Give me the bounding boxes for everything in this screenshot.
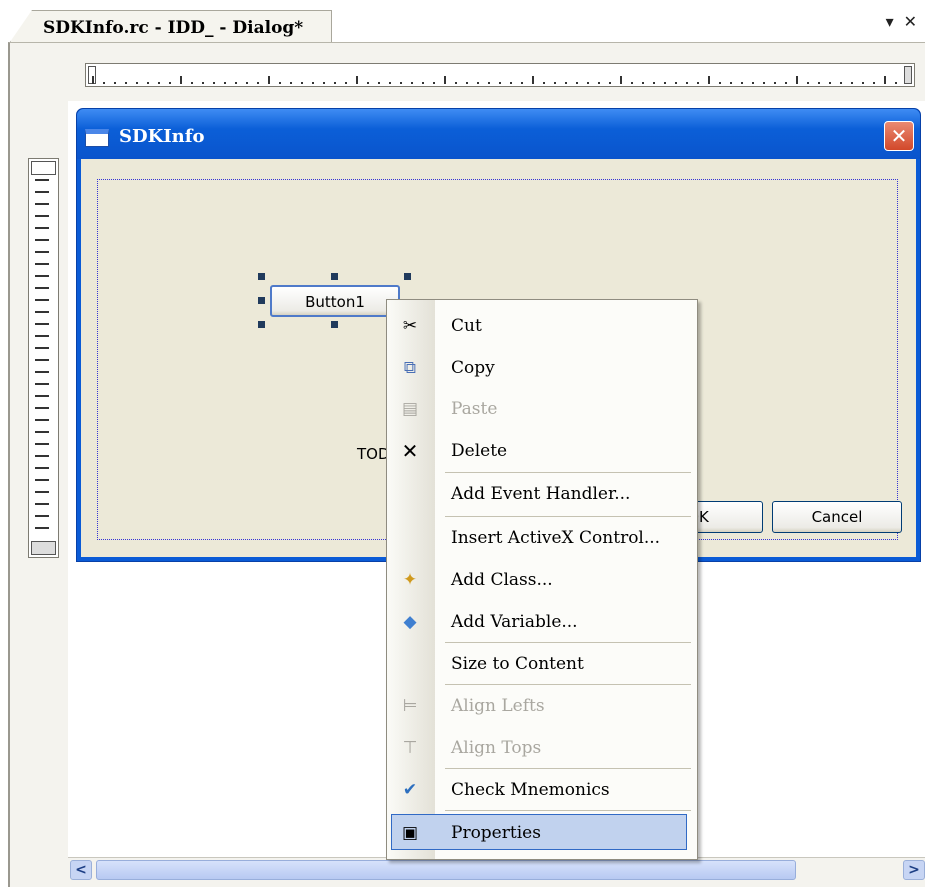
menu-separator xyxy=(445,810,691,811)
close-icon[interactable]: ✕ xyxy=(884,121,914,151)
pin-dropdown-icon[interactable]: ▾ xyxy=(886,12,894,31)
vertical-ruler xyxy=(28,158,59,558)
scroll-left-icon[interactable]: < xyxy=(70,860,92,880)
check-mnemonics-icon: ✔ xyxy=(402,780,418,800)
resize-handle[interactable] xyxy=(258,297,265,304)
dialog-titlebar[interactable]: SDKInfo ✕ xyxy=(77,109,920,159)
menu-item-add-event-handler[interactable]: Add Event Handler... xyxy=(387,476,697,512)
menu-item-delete[interactable]: ✕ Delete xyxy=(387,433,697,469)
menu-item-align-lefts[interactable]: ⊨ Align Lefts xyxy=(387,688,697,724)
dialog-title: SDKInfo xyxy=(119,126,205,147)
window-icon xyxy=(85,129,109,147)
ruler-major-ticks xyxy=(92,76,900,84)
menu-item-align-tops[interactable]: ⊤ Align Tops xyxy=(387,730,697,766)
menu-item-label: Paste xyxy=(451,399,498,419)
scissors-icon: ✂ xyxy=(402,316,418,336)
menu-item-label: Add Event Handler... xyxy=(451,484,631,504)
menu-item-properties[interactable]: ▣ Properties xyxy=(391,814,687,850)
resize-handle[interactable] xyxy=(258,321,265,328)
horizontal-scrollbar[interactable]: < > xyxy=(68,857,925,881)
ruler-top-guide-handle[interactable] xyxy=(31,161,56,175)
menu-separator xyxy=(445,472,691,473)
menu-separator xyxy=(445,684,691,685)
properties-icon: ▣ xyxy=(401,823,419,843)
menu-item-add-variable[interactable]: ◆ Add Variable... xyxy=(387,604,697,640)
delete-icon: ✕ xyxy=(401,439,419,463)
menu-item-check-mnemonics[interactable]: ✔ Check Mnemonics xyxy=(387,772,697,808)
align-tops-icon: ⊤ xyxy=(402,738,418,758)
menu-item-label: Check Mnemonics xyxy=(451,780,610,800)
menu-separator xyxy=(445,768,691,769)
tab-controls: ▾ ✕ xyxy=(886,12,917,31)
context-menu: ✂ Cut ⧉ Copy ▤ Paste ✕ Delete Add Event … xyxy=(386,299,698,860)
menu-item-label: Align Lefts xyxy=(451,696,545,716)
resize-handle[interactable] xyxy=(404,273,411,280)
menu-item-copy[interactable]: ⧉ Copy xyxy=(387,350,697,386)
align-lefts-icon: ⊨ xyxy=(402,696,418,716)
document-tab-label: SDKInfo.rc - IDD_ - Dialog* xyxy=(43,18,304,38)
add-variable-icon: ◆ xyxy=(403,612,417,632)
add-class-icon: ✦ xyxy=(402,570,418,590)
ruler-right-guide-handle[interactable] xyxy=(904,66,912,84)
menu-item-label: Add Variable... xyxy=(451,612,578,632)
vertical-ruler-ticks xyxy=(35,179,49,537)
menu-item-cut[interactable]: ✂ Cut xyxy=(387,308,697,344)
menu-item-label: Size to Content xyxy=(451,654,584,674)
menu-item-label: Align Tops xyxy=(451,738,542,758)
close-tab-icon[interactable]: ✕ xyxy=(904,12,917,31)
document-tab-bar: SDKInfo.rc - IDD_ - Dialog* ▾ ✕ xyxy=(0,0,925,42)
copy-icon: ⧉ xyxy=(403,358,417,378)
menu-item-paste[interactable]: ▤ Paste xyxy=(387,391,697,427)
resource-editor-window: SDKInfo.rc - IDD_ - Dialog* ▾ ✕ < > SDKI… xyxy=(0,0,925,887)
cancel-button[interactable]: Cancel xyxy=(772,501,902,533)
button1-control[interactable]: Button1 xyxy=(270,285,400,317)
menu-separator xyxy=(445,516,691,517)
resize-handle[interactable] xyxy=(331,273,338,280)
menu-item-label: Add Class... xyxy=(451,570,553,590)
horizontal-ruler xyxy=(85,63,915,87)
menu-item-label: Insert ActiveX Control... xyxy=(451,528,661,548)
menu-item-label: Copy xyxy=(451,358,495,378)
menu-item-label: Delete xyxy=(451,441,508,461)
ruler-bottom-guide-handle[interactable] xyxy=(31,541,56,555)
menu-item-insert-activex-control[interactable]: Insert ActiveX Control... xyxy=(387,520,697,556)
menu-item-size-to-content[interactable]: Size to Content xyxy=(387,646,697,682)
menu-item-label: Properties xyxy=(451,823,541,843)
scroll-right-icon[interactable]: > xyxy=(903,860,925,880)
paste-icon: ▤ xyxy=(401,399,419,419)
menu-item-label: Cut xyxy=(451,316,482,336)
document-tab[interactable]: SDKInfo.rc - IDD_ - Dialog* xyxy=(10,10,332,42)
menu-item-add-class[interactable]: ✦ Add Class... xyxy=(387,562,697,598)
resize-handle[interactable] xyxy=(258,273,265,280)
resize-handle[interactable] xyxy=(331,321,338,328)
scrollbar-thumb[interactable] xyxy=(96,860,796,880)
menu-separator xyxy=(445,642,691,643)
